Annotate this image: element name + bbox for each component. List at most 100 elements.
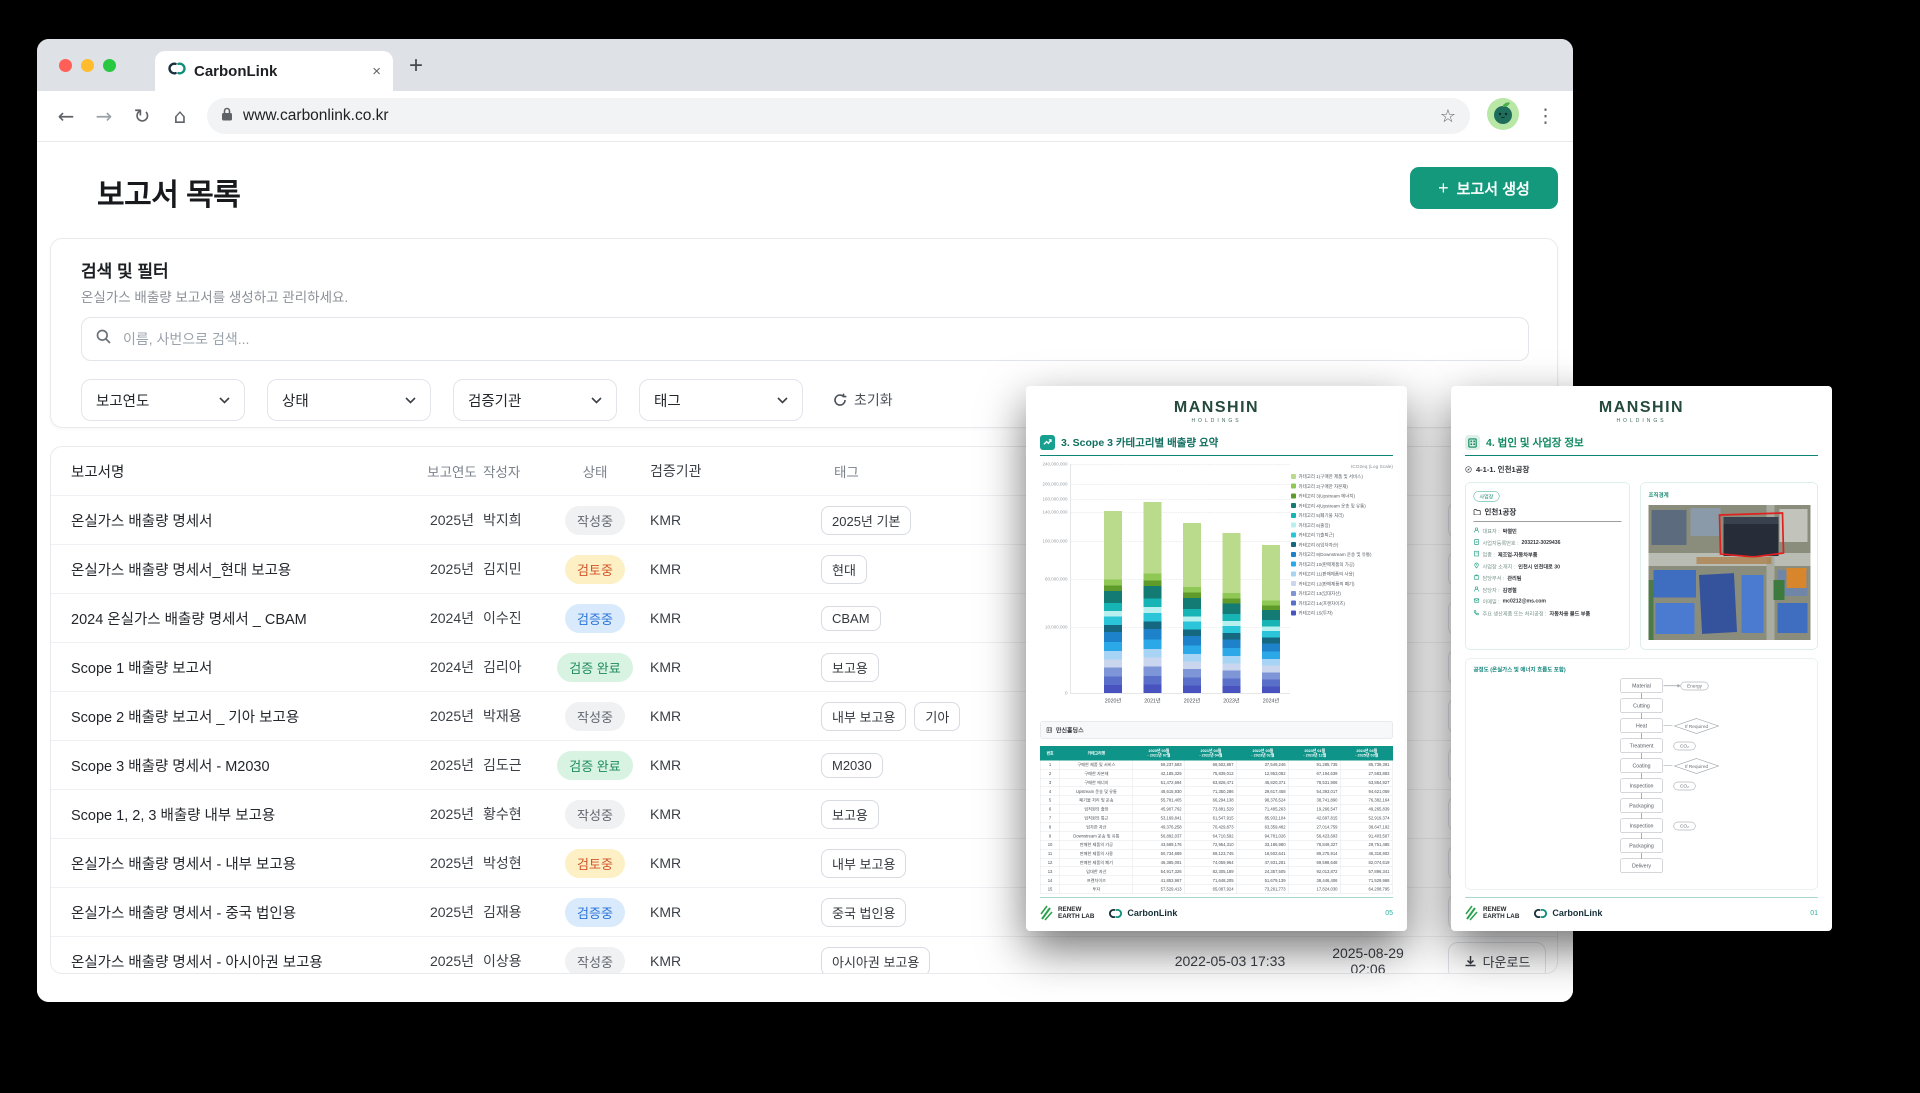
maximize-window-button[interactable] [103, 59, 116, 72]
detail-value: 박철민 [1503, 527, 1517, 535]
status-cell: 작성중 [553, 702, 637, 731]
filter-dropdown-2[interactable]: 검증기관 [453, 379, 617, 421]
browser-tab[interactable]: CarbonLink × [155, 51, 393, 91]
report-name: Scope 3 배출량 명세서 - M2030 [51, 755, 421, 776]
mtable-value: 19,266,547 [1289, 805, 1341, 814]
mtable-value: 59,237,583 [1133, 760, 1185, 769]
gridline [1070, 499, 1290, 500]
detail-label: 이메일 : [1483, 598, 1500, 606]
reset-label: 초기화 [854, 390, 893, 410]
bookmark-star-icon[interactable]: ☆ [1440, 106, 1456, 127]
legend-item: 카테고리 11(판매제품의 사용) [1291, 571, 1393, 578]
filter-dropdown-0[interactable]: 보고연도 [81, 379, 245, 421]
page-number: 05 [1385, 910, 1393, 917]
report-year: 2025년 [421, 706, 483, 726]
detail-value: 김영철 [1503, 586, 1517, 594]
create-report-button[interactable]: + 보고서 생성 [1410, 167, 1558, 209]
avatar[interactable] [1486, 97, 1520, 136]
mtable-value: 33,186,980 [1237, 840, 1289, 849]
close-tab-icon[interactable]: × [372, 63, 381, 80]
legend-item: 카테고리 5(폐기물 처리) [1291, 512, 1393, 519]
mtable-value: 94,781,026 [1237, 831, 1289, 840]
renew-earth-lab-icon [1040, 905, 1053, 921]
mtable-value: 45,907,762 [1133, 805, 1185, 814]
report-author: 김도근 [483, 755, 553, 775]
report-name: 온실가스 배출량 명세서 [51, 510, 421, 531]
bar-segment [1183, 622, 1201, 630]
site-detail-row: 담당부서 : 관리팀 [1474, 574, 1622, 582]
bar-segment [1104, 603, 1122, 611]
filter-dropdown-1[interactable]: 상태 [267, 379, 431, 421]
window-controls[interactable] [59, 59, 116, 72]
mtable-row: 9Downstream 운송 및 유통56,892,03764,710,5929… [1040, 831, 1393, 840]
browser-menu-icon[interactable]: ⋮ [1536, 105, 1555, 127]
mtable-value: 27,014,759 [1289, 822, 1341, 831]
mtable-no: 4 [1040, 787, 1060, 796]
mtable-no: 9 [1040, 831, 1060, 840]
detail-value: 관리팀 [1507, 574, 1521, 582]
close-window-button[interactable] [59, 59, 72, 72]
back-icon[interactable]: ← [55, 104, 77, 128]
mtable-value: 29,617,458 [1237, 787, 1289, 796]
legend-label: 카테고리 6(출장) [1299, 522, 1331, 529]
browser-toolbar: ← → ↻ ⌂ www.carbonlink.co.kr ☆ ⋮ [37, 91, 1573, 142]
lock-icon [221, 107, 233, 126]
verification-org: KMR [637, 953, 791, 969]
download-button[interactable]: 다운로드 [1448, 942, 1546, 974]
detail-label: 사업장 소재지 : [1483, 562, 1516, 570]
site-name: 인천1공장 [1485, 507, 1517, 518]
search-input[interactable] [121, 330, 1514, 348]
legend-swatch [1291, 493, 1296, 498]
site-badge: 사업장 [1474, 491, 1500, 502]
mtable-period-header: 2024년 04월- 2025년 03월 [1341, 746, 1393, 760]
new-tab-button[interactable]: + [409, 52, 423, 80]
mail-icon [1474, 598, 1480, 606]
mtable-value: 47,931,281 [1237, 858, 1289, 867]
legend-swatch [1291, 532, 1296, 537]
mtable-value: 82,305,189 [1185, 867, 1237, 876]
mtable-value: 54,393,017 [1289, 787, 1341, 796]
y-tick-label: 60,000,000 [1040, 577, 1068, 582]
x-tick-label: 2024년 [1254, 697, 1289, 705]
minimize-window-button[interactable] [81, 59, 94, 72]
status-cell: 작성중 [553, 506, 637, 535]
bar-segment [1262, 620, 1280, 627]
process-flow-card: 공정도 (온실가스 및 에너지 흐름도 포함) MaterialEnergyCu… [1465, 659, 1818, 890]
report-year: 2025년 [421, 902, 483, 922]
legend-item: 카테고리 6(출장) [1291, 522, 1393, 529]
mtable-value: 67,194,639 [1289, 769, 1341, 778]
site-info-card: 사업장 인천1공장 대표자 : 박철민사업자등록번호 : 203212-3029… [1465, 483, 1630, 650]
bar-segment [1183, 654, 1201, 662]
search-box[interactable] [81, 317, 1529, 361]
forward-icon[interactable]: → [93, 104, 115, 128]
reload-icon[interactable]: ↻ [131, 104, 153, 128]
bar-segment [1104, 685, 1122, 693]
flow-box: Packaging [1620, 839, 1663, 854]
mtable-value: 24,357,505 [1237, 867, 1289, 876]
chevron-down-icon [219, 392, 230, 408]
mtable-row: 15투자57,529,41365,087,92473,261,77317,824… [1040, 885, 1393, 894]
mtable-value: 49,376,258 [1133, 822, 1185, 831]
legend-item: 카테고리 10(판매제품의 가공) [1291, 561, 1393, 568]
bar-segment [1183, 645, 1201, 654]
url-bar[interactable]: www.carbonlink.co.kr ☆ [207, 98, 1470, 134]
mtable-value: 46,318,902 [1341, 849, 1393, 858]
mtable-value: 64,208,795 [1341, 885, 1393, 894]
reset-filters-button[interactable]: 초기화 [833, 390, 893, 410]
url-text[interactable]: www.carbonlink.co.kr [243, 107, 1430, 125]
home-icon[interactable]: ⌂ [169, 104, 191, 128]
report-year: 2024년 [421, 657, 483, 677]
mtable-value: 27,583,883 [1341, 769, 1393, 778]
table-row[interactable]: 온실가스 배출량 명세서 - 아시아권 보고용2025년이상용작성중KMR아시아… [51, 936, 1557, 974]
verification-org: KMR [637, 904, 791, 920]
bar-segment [1104, 677, 1122, 685]
bar-segment [1104, 632, 1122, 642]
building-icon [1047, 727, 1053, 733]
mtable-no: 8 [1040, 822, 1060, 831]
bar-segment [1144, 502, 1162, 574]
flow-box: Material [1620, 679, 1663, 694]
mtable-category: Upstream 운송 및 유통 [1060, 787, 1133, 796]
bar-segment [1144, 613, 1162, 622]
bar-segment [1262, 545, 1280, 601]
filter-dropdown-3[interactable]: 태그 [639, 379, 803, 421]
